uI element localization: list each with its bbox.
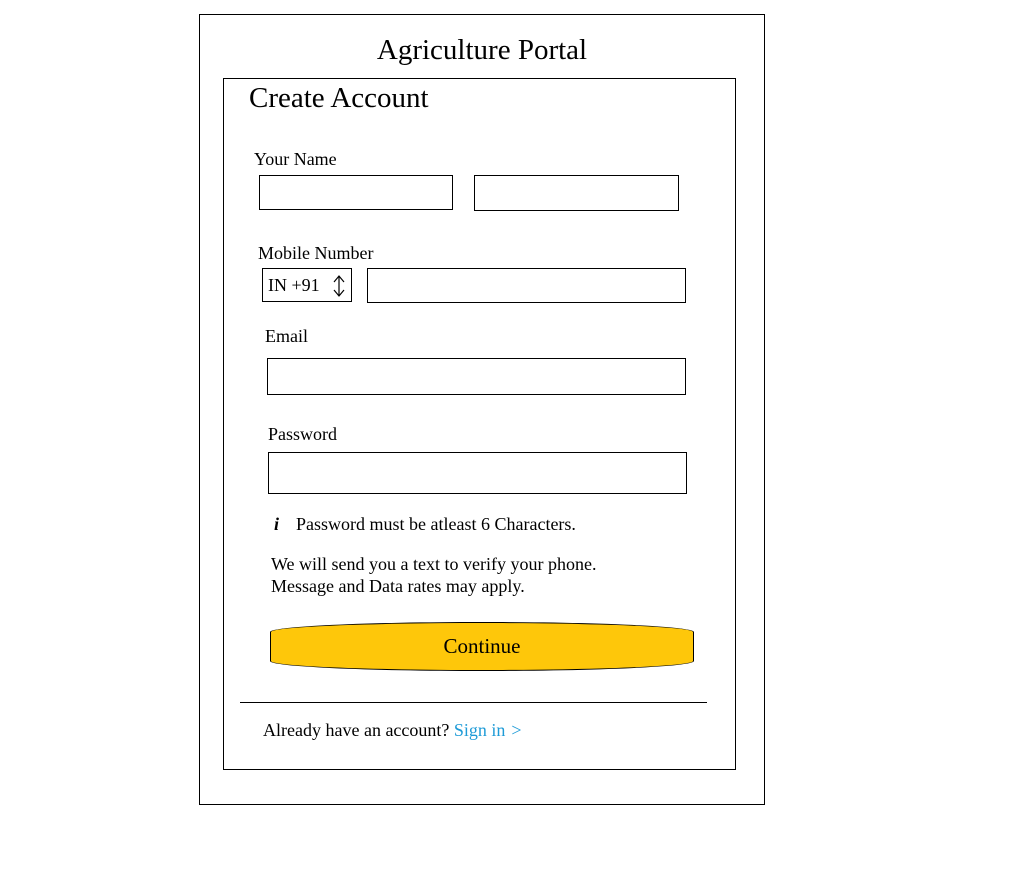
password-input[interactable] <box>268 452 687 494</box>
email-label: Email <box>265 326 308 346</box>
page-title: Create Account <box>249 82 429 114</box>
info-icon: i <box>274 514 280 534</box>
continue-button[interactable]: Continue <box>270 622 694 671</box>
up-down-arrow-icon <box>333 275 345 297</box>
country-code-select[interactable]: IN +91 <box>262 268 352 302</box>
signin-prompt: Already have an account? <box>263 720 450 740</box>
continue-button-label: Continue <box>443 634 521 658</box>
country-code-value: IN +91 <box>268 274 320 295</box>
signin-link-label: Sign in <box>453 720 506 740</box>
verify-notice-line1: We will send you a text to verify your p… <box>271 554 597 574</box>
signin-row: Already have an account? Sign in > <box>263 719 522 741</box>
app-title: Agriculture Portal <box>376 34 588 66</box>
name-label: Your Name <box>254 149 337 169</box>
first-name-input[interactable] <box>259 175 453 210</box>
mobile-label: Mobile Number <box>258 243 374 263</box>
password-label: Password <box>268 424 338 444</box>
mobile-number-input[interactable] <box>367 268 686 303</box>
signin-link[interactable]: Sign in > <box>454 720 522 740</box>
last-name-input[interactable] <box>474 175 679 211</box>
email-input[interactable] <box>267 358 686 395</box>
divider <box>240 702 707 703</box>
password-hint: Password must be atleast 6 Characters. <box>296 514 576 534</box>
verify-notice-line2: Message and Data rates may apply. <box>271 576 525 596</box>
chevron-right-icon: > <box>511 720 522 740</box>
